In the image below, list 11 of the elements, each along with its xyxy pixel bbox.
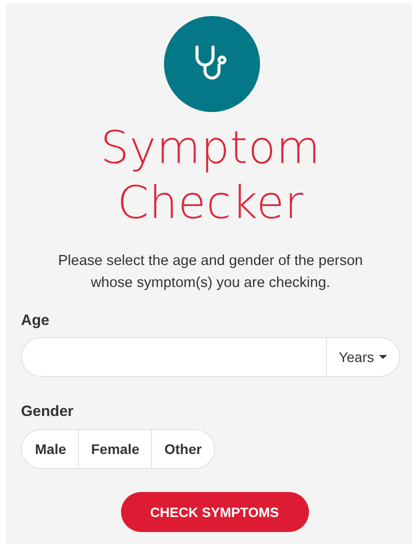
- caret-icon: [379, 355, 387, 359]
- unit-dropdown[interactable]: Years: [326, 338, 399, 376]
- gender-option[interactable]: Female: [78, 430, 152, 468]
- gender-option[interactable]: Other: [151, 430, 214, 468]
- check-symptoms-button[interactable]: CHECK SYMPTOMS: [120, 492, 308, 532]
- age-label: Age: [21, 312, 50, 329]
- page-title: Symptom Checker: [99, 120, 322, 230]
- instructions: Please select the age and gender of the person whose symptom(s) you are checking.: [57, 252, 364, 293]
- gender-label: Gender: [21, 403, 75, 420]
- age-field[interactable]: Years: [21, 337, 400, 377]
- gender-option[interactable]: Male: [22, 430, 78, 468]
